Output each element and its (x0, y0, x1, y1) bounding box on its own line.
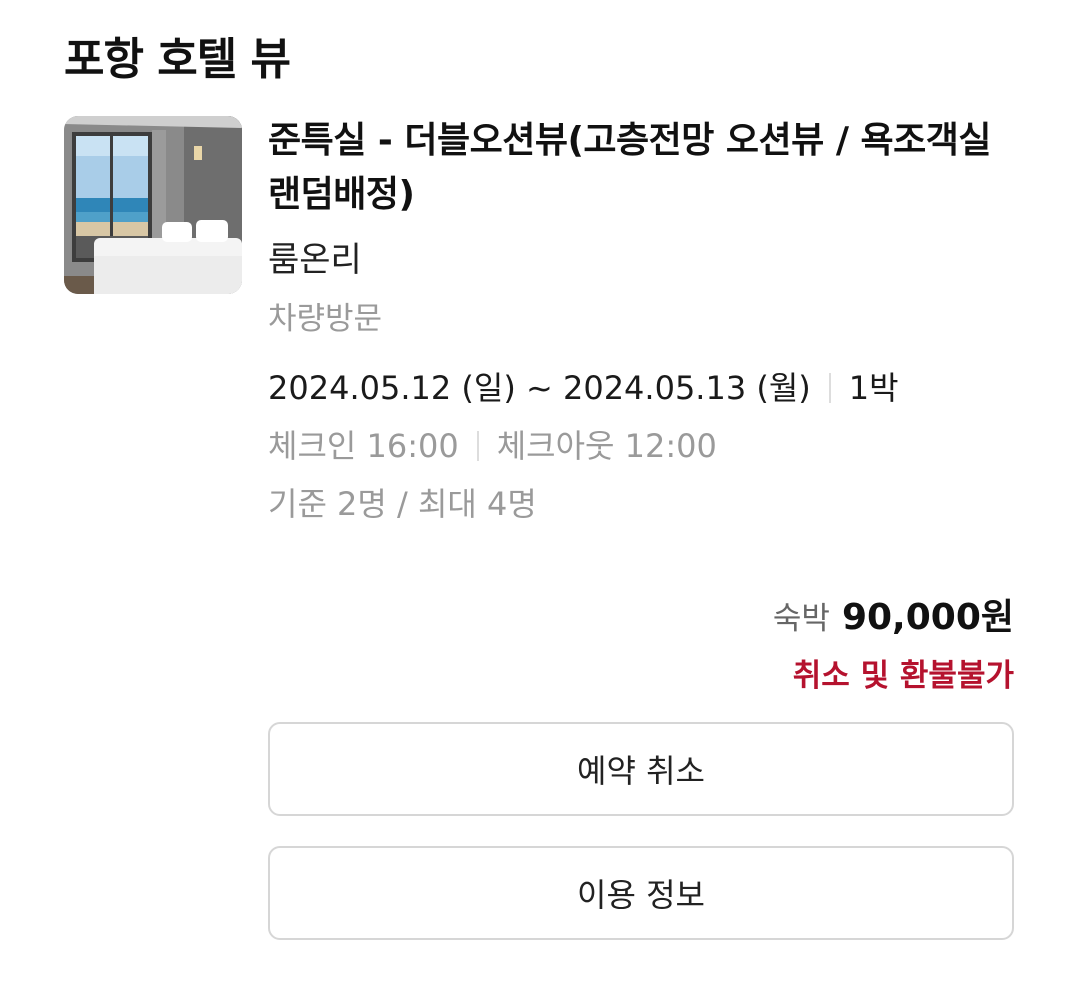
visit-method: 차량방문 (268, 301, 383, 337)
room-capacity: 기준 2명 / 최대 4명 (268, 485, 537, 523)
checkin-date: 2024.05.12 (일) (268, 369, 516, 407)
booking-info: 준특실 - 더블오션뷰(고층전망 오션뷰 / 욕조객실 랜덤배정) 룸온리 차량… (268, 114, 1028, 526)
room-type: 룸온리 (268, 240, 362, 280)
check-times: 체크인 16:00 체크아웃 12:00 (268, 424, 1028, 468)
checkout-time: 체크아웃 12:00 (496, 427, 717, 465)
usage-info-button[interactable]: 이용 정보 (268, 846, 1014, 940)
price-label: 숙박 (772, 601, 830, 637)
room-photo-image (64, 116, 242, 294)
nights-count: 1박 (848, 369, 899, 407)
checkin-time: 체크인 16:00 (268, 427, 459, 465)
hotel-title: 포항 호텔 뷰 (64, 34, 291, 85)
room-name: 준특실 - 더블오션뷰(고층전망 오션뷰 / 욕조객실 랜덤배정) (268, 120, 992, 215)
checkout-date: 2024.05.13 (월) (562, 369, 811, 407)
date-separator: ~ (525, 369, 553, 407)
divider (828, 373, 831, 403)
divider (476, 431, 479, 461)
price-amount: 90,000원 (841, 597, 1014, 638)
refund-policy: 취소 및 환불불가 (792, 658, 1014, 694)
room-thumbnail[interactable] (64, 116, 242, 294)
price-row: 숙박 90,000원 (773, 588, 1014, 640)
cancel-reservation-button[interactable]: 예약 취소 (268, 722, 1014, 816)
stay-dates: 2024.05.12 (일) ~ 2024.05.13 (월) 1박 (268, 366, 1028, 410)
